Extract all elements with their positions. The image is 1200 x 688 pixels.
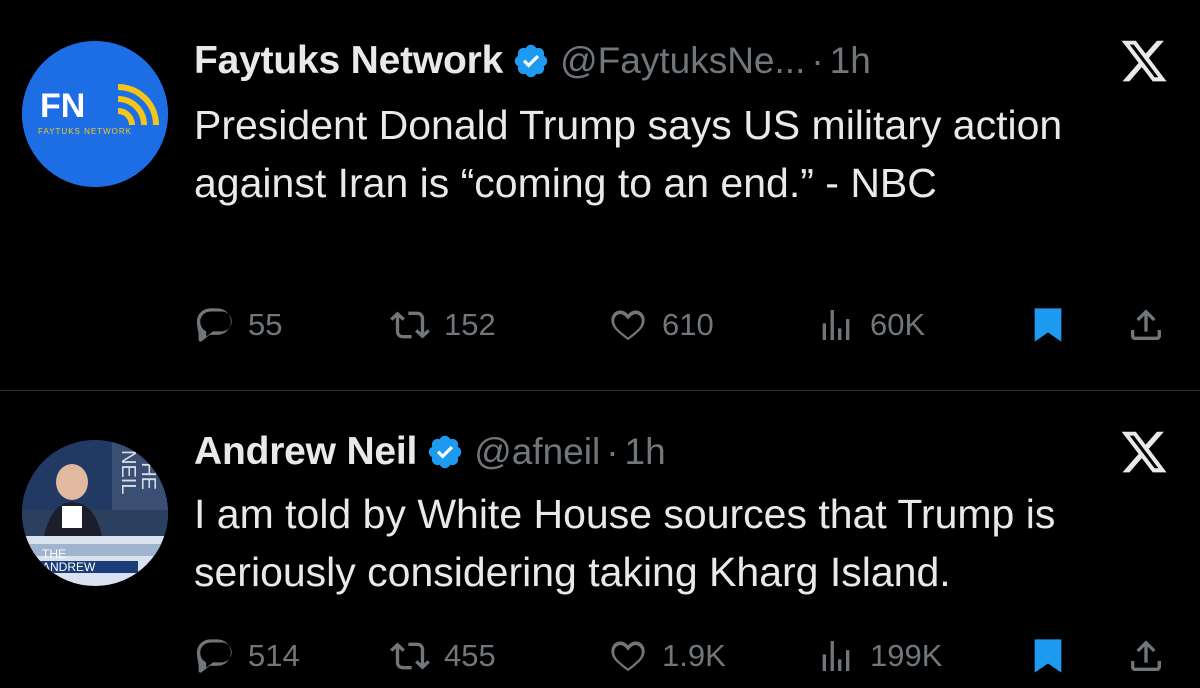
- banner-text: THE: [42, 547, 66, 561]
- x-logo-icon: [1121, 431, 1167, 473]
- reply-button[interactable]: 55: [194, 300, 282, 350]
- views-chart-icon: [822, 641, 850, 671]
- timestamp[interactable]: 1h: [830, 40, 871, 82]
- separator: ·: [811, 40, 824, 81]
- views-button[interactable]: 199K: [816, 631, 942, 681]
- tweet-header: Andrew Neil @afneil · 1h: [194, 427, 666, 477]
- bookmark-button[interactable]: [1028, 631, 1068, 681]
- tweet-header: Faytuks Network @FaytuksNe... · 1h: [194, 36, 871, 86]
- andrew-neil-photo: THE NEIL THE ANDREW: [22, 440, 168, 586]
- reply-count: 514: [248, 638, 300, 673]
- verified-badge-icon[interactable]: [426, 433, 464, 471]
- bookmark-button[interactable]: [1028, 300, 1068, 350]
- logo-text: THE: [137, 450, 159, 490]
- action-bar: 514 455 1.9K 199K: [194, 631, 1174, 681]
- views-button[interactable]: 60K: [816, 300, 925, 350]
- logo-subtext: FAYTUKS NETWORK: [38, 127, 132, 136]
- avatar[interactable]: THE NEIL THE ANDREW: [22, 440, 168, 586]
- separator: ·: [606, 431, 619, 472]
- reply-icon: [196, 308, 232, 342]
- tweet[interactable]: FN FAYTUKS NETWORK Faytuks Network @Fayt…: [0, 0, 1200, 390]
- share-button[interactable]: [1126, 631, 1166, 681]
- banner-text: ANDREW: [42, 560, 96, 574]
- reply-count: 55: [248, 307, 283, 342]
- verified-badge-icon[interactable]: [512, 42, 550, 80]
- timestamp[interactable]: 1h: [625, 431, 666, 473]
- tweet-text: I am told by White House sources that Tr…: [194, 491, 1056, 595]
- share-button[interactable]: [1126, 300, 1166, 350]
- logo-text: NEIL: [117, 450, 139, 494]
- retweet-button[interactable]: 455: [390, 631, 496, 681]
- logo-text: FN: [40, 87, 85, 125]
- like-button[interactable]: 610: [608, 300, 714, 350]
- faytuks-network-logo: FN FAYTUKS NETWORK: [22, 41, 168, 187]
- display-name[interactable]: Faytuks Network: [194, 39, 503, 83]
- heart-icon: [611, 641, 645, 672]
- handle[interactable]: @afneil: [474, 431, 600, 473]
- retweet-count: 455: [444, 638, 496, 673]
- retweet-icon: [390, 642, 430, 670]
- share-icon: [1131, 309, 1161, 340]
- like-count: 610: [662, 307, 714, 342]
- reply-icon: [196, 639, 232, 673]
- bookmark-filled-icon: [1034, 639, 1062, 673]
- handle[interactable]: @FaytuksNe...: [560, 40, 805, 82]
- tweet-text: President Donald Trump says US military …: [194, 102, 1063, 206]
- like-button[interactable]: 1.9K: [608, 631, 726, 681]
- action-bar: 55 152 610 60K: [194, 300, 1174, 350]
- display-name[interactable]: Andrew Neil: [194, 430, 417, 474]
- retweet-count: 152: [444, 307, 496, 342]
- bookmark-filled-icon: [1034, 308, 1062, 342]
- views-count: 199K: [870, 638, 943, 673]
- x-logo-icon: [1121, 40, 1167, 82]
- retweet-button[interactable]: 152: [390, 300, 496, 350]
- avatar[interactable]: FN FAYTUKS NETWORK: [22, 41, 168, 187]
- retweet-icon: [390, 311, 430, 339]
- views-chart-icon: [822, 310, 850, 340]
- heart-icon: [611, 310, 645, 341]
- views-count: 60K: [870, 307, 926, 342]
- share-icon: [1131, 640, 1161, 671]
- reply-button[interactable]: 514: [194, 631, 300, 681]
- like-count: 1.9K: [662, 638, 726, 673]
- tweet[interactable]: THE NEIL THE ANDREW Andrew Neil @afneil …: [0, 390, 1200, 688]
